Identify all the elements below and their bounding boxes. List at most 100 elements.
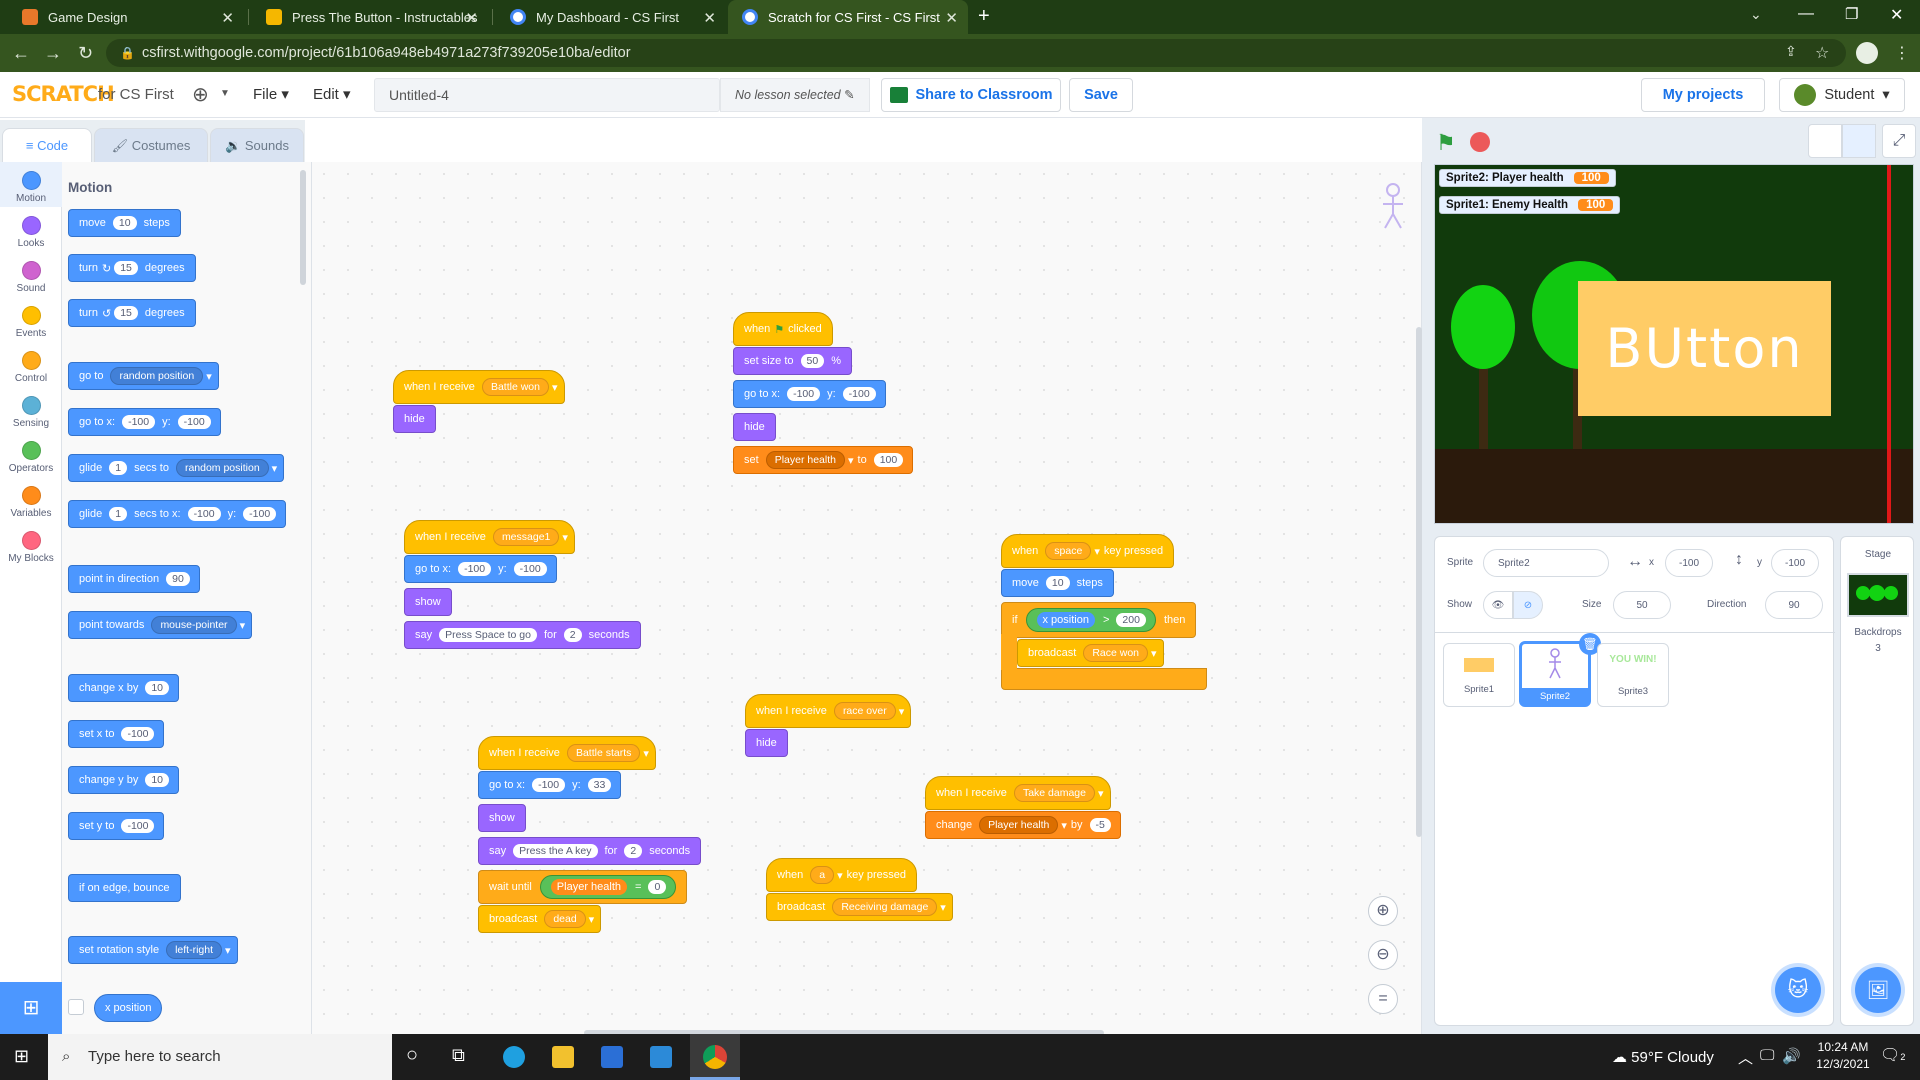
hat-when-key-pressed[interactable]: when a ▾ key pressed — [766, 858, 917, 892]
edit-menu[interactable]: Edit ▾ — [313, 85, 351, 103]
my-projects-button[interactable]: My projects — [1641, 78, 1765, 112]
profile-avatar[interactable] — [1856, 42, 1878, 64]
monitor-player-health[interactable]: Sprite2: Player health 100 — [1439, 169, 1616, 187]
hat-when-i-receive[interactable]: when I receive Battle won ▾ — [393, 370, 565, 404]
share-icon[interactable]: ⇪ — [1785, 43, 1797, 60]
press-button-sprite[interactable]: BUtton — [1578, 281, 1831, 416]
file-explorer-icon[interactable] — [552, 1046, 574, 1068]
hat-when-flag-clicked[interactable]: when ⚑ clicked — [733, 312, 833, 346]
fullscreen-icon[interactable]: ⤢ — [1882, 124, 1916, 158]
chevron-down-icon[interactable]: ▼ — [220, 88, 230, 99]
window-close-icon[interactable]: ✕ — [1890, 5, 1903, 25]
clock[interactable]: 10:24 AM 12/3/2021 — [1808, 1040, 1878, 1071]
block-broadcast[interactable]: broadcast Race won ▾ — [1017, 639, 1164, 667]
forward-icon[interactable]: → — [44, 43, 62, 64]
store-icon[interactable] — [601, 1046, 623, 1068]
x-input[interactable]: -100 — [1665, 549, 1713, 577]
block-broadcast[interactable]: broadcast Receiving damage ▾ — [766, 893, 953, 921]
close-icon[interactable]: ✕ — [703, 9, 716, 27]
category-sound[interactable]: Sound — [0, 252, 62, 297]
block-go-to-xy[interactable]: go to x: -100 y: -100 — [404, 555, 557, 583]
stop-icon[interactable] — [1470, 132, 1490, 152]
add-extension-button[interactable]: ⊞ — [0, 982, 62, 1034]
choose-backdrop-button[interactable]: 🖼 — [1855, 967, 1901, 1013]
stage-canvas[interactable]: Sprite2: Player health 100 Sprite1: Enemy… — [1434, 164, 1914, 524]
sprite-thumb-sprite2[interactable]: Sprite2 — [1519, 641, 1591, 707]
block-if-then[interactable]: if x position >200 then — [1001, 602, 1197, 638]
block-move-steps[interactable]: move 10 steps — [68, 209, 181, 237]
monitor-enemy-health[interactable]: Sprite1: Enemy Health 100 — [1439, 196, 1621, 214]
block-go-to-xy[interactable]: go to x: -100 y: 33 — [478, 771, 622, 799]
block-hide[interactable]: hide — [733, 413, 776, 441]
tab-sounds[interactable]: 🔉 Sounds — [210, 128, 304, 162]
block-show[interactable]: show — [478, 804, 526, 832]
category-events[interactable]: Events — [0, 297, 62, 342]
operator-greater-than[interactable]: x position >200 — [1025, 608, 1156, 632]
browser-tab-dashboard[interactable]: My Dashboard - CS First ✕ — [496, 0, 726, 34]
close-icon[interactable]: ✕ — [945, 9, 958, 27]
category-operators[interactable]: Operators — [0, 432, 62, 477]
code-workspace[interactable]: when I receive Battle won ▾ hide when ⚑ clic… — [312, 162, 1422, 1036]
url-field[interactable]: 🔒 csfirst.withgoogle.com/project/61b106a… — [106, 39, 1846, 67]
normal-stage-button[interactable] — [1842, 124, 1876, 158]
reporter-x-position[interactable]: x position — [94, 994, 163, 1022]
block-point-towards[interactable]: point towards mouse-pointer ▾ — [68, 611, 253, 639]
block-show[interactable]: show — [404, 588, 452, 616]
category-looks[interactable]: Looks — [0, 207, 62, 252]
block-point-in-direction[interactable]: point in direction 90 — [68, 565, 200, 593]
block-change-variable[interactable]: change Player health ▾ by -5 — [925, 811, 1121, 839]
notifications-icon[interactable]: 🗨2 — [1880, 1045, 1905, 1065]
block-turn-right[interactable]: turn ↻ 15 degrees — [68, 254, 196, 282]
user-menu[interactable]: Student ▾ — [1779, 78, 1905, 112]
taskbar-search-input[interactable]: ⌕ Type here to search — [48, 1034, 392, 1080]
zoom-out-button[interactable]: ⊖ — [1368, 940, 1398, 970]
lesson-selector[interactable]: No lesson selected ✎ — [720, 78, 870, 112]
tab-search-icon[interactable]: ⌄ — [1750, 6, 1762, 23]
size-input[interactable]: 50 — [1613, 591, 1671, 619]
bookmark-star-icon[interactable]: ☆ — [1815, 43, 1829, 63]
mail-icon[interactable] — [650, 1046, 672, 1068]
close-icon[interactable]: ✕ — [465, 9, 478, 27]
hat-when-i-receive[interactable]: when I receive message1 ▾ — [404, 520, 575, 554]
minimize-icon[interactable]: — — [1798, 5, 1814, 23]
block-wait-until[interactable]: wait until Player health = 0 — [478, 870, 688, 904]
more-menu-icon[interactable]: ⋮ — [1894, 43, 1910, 63]
block-hide[interactable]: hide — [745, 729, 788, 757]
chrome-taskbar-button[interactable] — [690, 1034, 740, 1080]
block-set-rotation-style[interactable]: set rotation style left-right ▾ — [68, 936, 238, 964]
new-tab-icon[interactable]: + — [978, 5, 990, 28]
block-change-x[interactable]: change x by 10 — [68, 674, 180, 702]
sprite-thumb-sprite1[interactable]: Sprite1 — [1443, 643, 1515, 707]
block-say-for-secs[interactable]: say Press Space to go for 2 seconds — [404, 621, 641, 649]
sprite-thumb-sprite3[interactable]: YOU WIN! Sprite3 — [1597, 643, 1669, 707]
zoom-reset-button[interactable]: = — [1368, 984, 1398, 1014]
choose-sprite-button[interactable]: 🐱 — [1775, 967, 1821, 1013]
browser-tab-instructables[interactable]: Press The Button - Instructables ✕ — [252, 0, 488, 34]
block-change-y[interactable]: change y by 10 — [68, 766, 180, 794]
windows-start-icon[interactable]: ⊞ — [14, 1046, 29, 1067]
block-go-to-xy[interactable]: go to x: -100 y: -100 — [68, 408, 221, 436]
tray-chevron-icon[interactable]: ︿ — [1738, 1047, 1753, 1068]
block-move-steps[interactable]: move 10 steps — [1001, 569, 1114, 597]
hat-when-key-pressed[interactable]: when space ▾ key pressed — [1001, 534, 1175, 568]
show-visible-icon[interactable]: 👁 — [1483, 591, 1513, 619]
task-view-icon[interactable]: ⧉ — [452, 1045, 465, 1066]
category-variables[interactable]: Variables — [0, 477, 62, 522]
close-icon[interactable]: ✕ — [221, 9, 234, 27]
block-say-for-secs[interactable]: say Press the A key for 2 seconds — [478, 837, 702, 865]
category-control[interactable]: Control — [0, 342, 62, 387]
hat-when-i-receive[interactable]: when I receive Take damage ▾ — [925, 776, 1111, 810]
globe-icon[interactable]: ⊕ — [192, 82, 209, 107]
tab-costumes[interactable]: 🖌 Costumes — [94, 128, 208, 162]
share-to-classroom-button[interactable]: Share to Classroom — [881, 78, 1061, 112]
small-stage-button[interactable] — [1808, 124, 1842, 158]
browser-tab-scratch[interactable]: Scratch for CS First - CS First ✕ — [728, 0, 968, 34]
category-motion[interactable]: Motion — [0, 162, 62, 207]
stage-thumbnail[interactable] — [1847, 573, 1909, 617]
x-position-checkbox[interactable] — [68, 999, 84, 1015]
sprite-name-input[interactable]: Sprite2 — [1483, 549, 1609, 577]
block-glide-to-xy[interactable]: glide 1 secs to x: -100 y: -100 — [68, 500, 287, 528]
hat-when-i-receive[interactable]: when I receive race over ▾ — [745, 694, 912, 728]
block-set-variable[interactable]: set Player health ▾ to 100 — [733, 446, 914, 474]
block-set-x[interactable]: set x to -100 — [68, 720, 165, 748]
